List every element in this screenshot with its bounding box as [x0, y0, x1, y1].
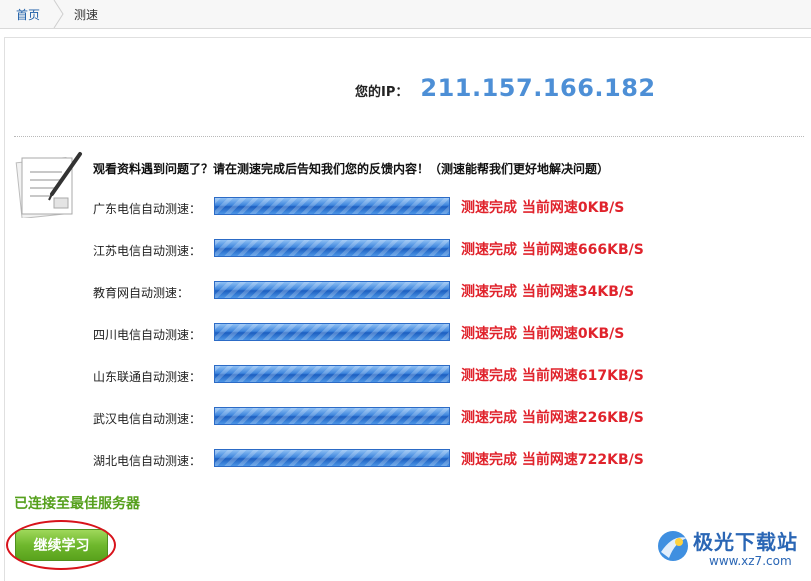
speedtest-result: 测速完成 当前网速722KB/S [461, 452, 644, 468]
speedtest-label: 山东联通自动测速： [93, 370, 202, 384]
divider [14, 136, 804, 137]
speedtest-progress-bar [214, 197, 450, 215]
continue-learning-button[interactable]: 继续学习 [15, 529, 108, 561]
watermark-logo-icon [658, 531, 688, 561]
ip-display: 您的IP： 211.157.166.182 [355, 74, 656, 104]
site-watermark: 极光下载站 www.xz7.com [655, 524, 807, 576]
speedtest-label: 教育网自动测速： [93, 286, 190, 300]
watermark-name: 极光下载站 [693, 530, 798, 554]
ip-value: 211.157.166.182 [420, 74, 656, 102]
speedtest-progress-bar [214, 365, 450, 383]
speedtest-label: 江苏电信自动测速： [93, 244, 202, 258]
speedtest-result: 测速完成 当前网速226KB/S [461, 410, 644, 426]
feedback-note-icon [15, 152, 82, 218]
speedtest-result: 测速完成 当前网速0KB/S [461, 200, 625, 216]
feedback-notice: 观看资料遇到问题了？请在测速完成后告知我们您的反馈内容！（测速能帮我们更好地解决… [93, 162, 610, 176]
connection-status: 已连接至最佳服务器 [14, 496, 140, 512]
speedtest-progress-bar [214, 449, 450, 467]
breadcrumb: 首页 测速 [0, 0, 811, 29]
speedtest-result: 测速完成 当前网速34KB/S [461, 284, 635, 300]
speedtest-progress-bar [214, 407, 450, 425]
speedtest-label: 广东电信自动测速： [93, 202, 202, 216]
breadcrumb-home-link[interactable]: 首页 [16, 6, 40, 23]
speedtest-result: 测速完成 当前网速0KB/S [461, 326, 625, 342]
speedtest-label: 四川电信自动测速： [93, 328, 202, 342]
breadcrumb-current: 测速 [74, 8, 99, 22]
speedtest-progress-bar [214, 239, 450, 257]
speedtest-result: 测速完成 当前网速666KB/S [461, 242, 644, 258]
speedtest-label: 武汉电信自动测速： [93, 412, 202, 426]
speedtest-progress-bar [214, 281, 450, 299]
watermark-url: www.xz7.com [709, 554, 792, 568]
speedtest-label: 湖北电信自动测速： [93, 454, 202, 468]
breadcrumb-separator-icon [53, 0, 64, 28]
speedtest-result: 测速完成 当前网速617KB/S [461, 368, 644, 384]
ip-label: 您的IP： [355, 85, 409, 100]
speedtest-progress-bar [214, 323, 450, 341]
